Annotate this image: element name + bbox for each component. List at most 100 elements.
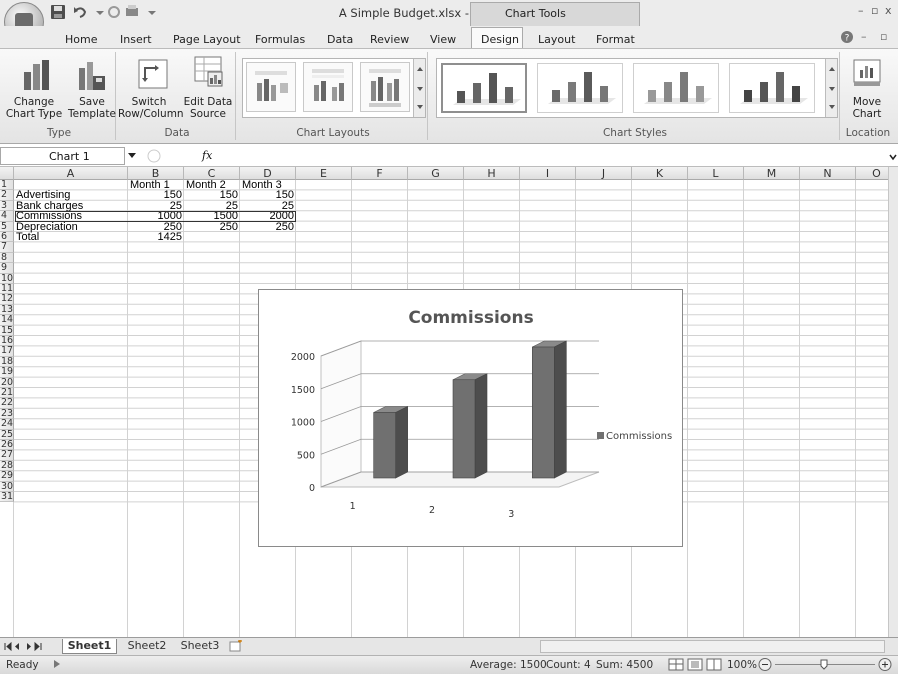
status-count: Count: 4 — [546, 659, 591, 671]
chart-tools-title: Chart Tools — [505, 7, 566, 20]
cell-d5[interactable]: 250 — [242, 221, 296, 232]
bar-side — [395, 406, 408, 479]
cell-b6[interactable]: 1425 — [130, 231, 184, 242]
column-header-l[interactable]: L — [688, 167, 744, 180]
cell-a6[interactable]: Total — [16, 231, 128, 242]
close-icon[interactable]: x — [885, 4, 892, 17]
sheet-navigation-icons[interactable] — [3, 641, 63, 652]
chart-layout-1[interactable] — [246, 62, 296, 112]
formula-input[interactable] — [225, 149, 885, 165]
tab-insert[interactable]: Insert — [120, 33, 152, 46]
column-header-h[interactable]: H — [464, 167, 520, 180]
chart-layout-3[interactable] — [360, 62, 410, 112]
legend-label: Commissions — [606, 431, 672, 442]
zoom-level[interactable]: 100% — [727, 659, 757, 671]
print-preview-icon[interactable] — [124, 4, 140, 20]
chart-style-1[interactable] — [441, 63, 527, 113]
selected-range-outline — [15, 211, 296, 222]
chart-styles-gallery — [436, 58, 838, 118]
zoom-slider[interactable] — [757, 657, 895, 672]
column-header-o[interactable]: O — [856, 167, 892, 180]
column-header-m[interactable]: M — [744, 167, 800, 180]
insert-sheet-icon[interactable] — [228, 640, 244, 653]
tab-design[interactable]: Design — [481, 33, 519, 46]
move-chart-label[interactable]: Move Chart — [845, 96, 889, 120]
sheet-tab-sheet1[interactable]: Sheet1 — [62, 639, 117, 654]
data-group-label: Data — [164, 127, 190, 139]
layouts-scroll[interactable] — [413, 59, 425, 117]
column-header-k[interactable]: K — [632, 167, 688, 180]
restore-icon[interactable]: ▫ — [871, 4, 878, 17]
bar-2 — [452, 379, 476, 479]
horizontal-scrollbar[interactable] — [540, 640, 885, 653]
sheet-tab-sheet2[interactable]: Sheet2 — [122, 639, 172, 654]
column-header-a[interactable]: A — [14, 167, 128, 180]
name-box[interactable]: Chart 1 — [0, 147, 125, 165]
change-chart-type-icon[interactable] — [22, 58, 52, 92]
help-icon[interactable]: ? — [840, 30, 854, 44]
chart-layouts-label: Chart Layouts — [296, 127, 370, 139]
y-tick-label: 500 — [297, 450, 315, 461]
x-tick-label: 1 — [350, 501, 356, 512]
styles-scroll[interactable] — [825, 59, 837, 117]
column-header-e[interactable]: E — [296, 167, 352, 180]
column-header-i[interactable]: I — [520, 167, 576, 180]
location-group-label: Location — [845, 127, 891, 139]
status-sum: Sum: 4500 — [596, 659, 654, 671]
legend-swatch — [597, 432, 604, 439]
column-header-g[interactable]: G — [408, 167, 464, 180]
tab-page-layout[interactable]: Page Layout — [173, 33, 241, 46]
vertical-scrollbar[interactable] — [888, 167, 898, 637]
switch-row-column-label[interactable]: Switch Row/Column — [118, 96, 184, 120]
customize-qat-icon[interactable] — [144, 4, 160, 20]
macro-record-icon[interactable] — [52, 659, 62, 669]
edit-data-source-icon[interactable] — [194, 56, 224, 90]
move-chart-icon[interactable] — [852, 58, 882, 88]
tab-layout[interactable]: Layout — [538, 33, 575, 46]
bar-side — [474, 373, 488, 479]
change-chart-type-label[interactable]: Change Chart Type — [2, 96, 66, 120]
expand-formula-bar-icon[interactable] — [888, 152, 898, 162]
tab-review[interactable]: Review — [370, 33, 409, 46]
column-header-n[interactable]: N — [800, 167, 856, 180]
tab-view[interactable]: View — [430, 33, 456, 46]
svg-text:?: ? — [845, 34, 850, 44]
tab-format[interactable]: Format — [596, 33, 635, 46]
column-header-j[interactable]: J — [576, 167, 632, 180]
view-buttons[interactable] — [668, 658, 726, 671]
y-tick-label: 1500 — [291, 385, 315, 396]
redo-icon[interactable] — [106, 4, 122, 20]
ribbon-minimize-icon[interactable]: – — [861, 30, 867, 43]
chart-style-4[interactable] — [729, 63, 815, 113]
y-tick-label: 0 — [309, 483, 315, 494]
switch-row-column-icon[interactable] — [137, 58, 169, 90]
column-header-f[interactable]: F — [352, 167, 408, 180]
embedded-chart[interactable]: Commissions 0 500 1000 1500 2000 1 2 3 Commission… — [258, 289, 683, 547]
status-average: Average: 1500 — [470, 659, 547, 671]
minimize-icon[interactable]: – — [858, 4, 864, 17]
chart-layouts-gallery — [242, 58, 426, 118]
chart-tools-context-header: Chart Tools — [470, 2, 640, 26]
chart-styles-label: Chart Styles — [602, 127, 668, 139]
chart-layout-2[interactable] — [303, 62, 353, 112]
tab-home[interactable]: Home — [65, 33, 97, 46]
name-box-dropdown-icon[interactable] — [127, 152, 137, 160]
insert-function-cancel-icon — [147, 149, 161, 163]
tab-formulas[interactable]: Formulas — [255, 33, 305, 46]
tab-data[interactable]: Data — [327, 33, 353, 46]
edit-data-source-label[interactable]: Edit Data Source — [180, 96, 236, 120]
insert-function-icon[interactable]: fx — [202, 149, 212, 162]
chart-style-3[interactable] — [633, 63, 719, 113]
save-icon[interactable] — [50, 4, 66, 20]
row-header-31[interactable]: 31 — [0, 491, 14, 503]
bar-3 — [532, 346, 555, 479]
bar-side — [554, 340, 567, 479]
x-tick-label: 3 — [508, 509, 514, 520]
sheet-tab-sheet3[interactable]: Sheet3 — [175, 639, 225, 654]
undo-icon[interactable] — [72, 4, 88, 20]
save-template-icon[interactable] — [77, 58, 107, 92]
chart-style-2[interactable] — [537, 63, 623, 113]
save-template-label[interactable]: Save Template — [66, 96, 118, 120]
ribbon-restore-icon[interactable]: ▫ — [880, 30, 887, 43]
cell-c5[interactable]: 250 — [186, 221, 240, 232]
